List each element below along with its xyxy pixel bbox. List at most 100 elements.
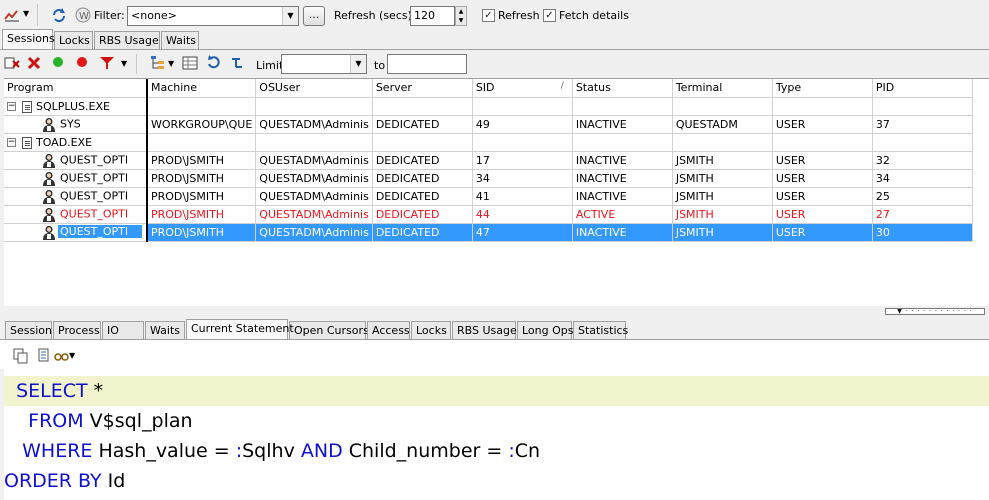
tab-rbs-usage[interactable]: RBS Usage (94, 31, 160, 49)
tab-statistics[interactable]: Statistics (573, 321, 628, 339)
tab-process[interactable]: Process (53, 321, 101, 339)
machine-cell[interactable]: WORKGROUP\QUE (147, 115, 257, 134)
pid-cell[interactable]: 30 (872, 223, 973, 242)
copy-icon[interactable] (13, 348, 29, 364)
col-header-program[interactable]: Program (4, 79, 148, 98)
session-row[interactable]: QUEST_OPTI PROD\JSMITH QUESTADM\Adminis DED… (4, 151, 973, 170)
refresh-secs-stepper[interactable]: ▲ ▼ (455, 6, 467, 26)
kill-session-icon[interactable] (4, 55, 20, 71)
machine-cell[interactable]: PROD\JSMITH (147, 151, 257, 170)
col-header-machine[interactable]: Machine (147, 79, 257, 98)
sql-editor[interactable]: SELECT * FROM V$sql_plan WHERE Hash_valu… (4, 369, 989, 500)
type-cell[interactable]: USER (772, 169, 873, 188)
machine-cell[interactable]: PROD\JSMITH (147, 169, 257, 188)
server-cell[interactable]: DEDICATED (372, 115, 473, 134)
program-cell[interactable]: QUEST_OPTI (4, 223, 148, 242)
chart-trend-icon[interactable] (4, 7, 20, 23)
tab-waits[interactable]: Waits (145, 321, 185, 339)
splitter-grip[interactable]: ▼ · · · · · · · · · · · · (885, 308, 985, 315)
col-header-type[interactable]: Type (772, 79, 873, 98)
group-row[interactable]: − TOAD.EXE (4, 133, 973, 152)
session-row[interactable]: QUEST_OPTI PROD\JSMITH QUESTADM\Adminis DED… (4, 223, 973, 242)
refresh-checkbox[interactable]: ✓ (482, 9, 495, 22)
refresh-secs-input[interactable]: 120 (410, 6, 455, 26)
group-program-cell[interactable]: − SQLPLUS.EXE (4, 97, 148, 116)
pid-cell[interactable]: 34 (872, 169, 973, 188)
status-cell[interactable]: ACTIVE (572, 205, 673, 224)
program-cell[interactable]: QUEST_OPTI (4, 169, 148, 188)
col-header-status[interactable]: Status (572, 79, 673, 98)
terminal-cell[interactable]: JSMITH (672, 205, 773, 224)
tab-waits[interactable]: Waits (161, 31, 199, 49)
explain-plan-icon[interactable] (38, 347, 54, 363)
rotate-icon[interactable] (206, 55, 222, 71)
col-header-terminal[interactable]: Terminal (672, 79, 773, 98)
pid-cell[interactable]: 27 (872, 205, 973, 224)
status-cell[interactable]: INACTIVE (572, 115, 673, 134)
type-cell[interactable]: USER (772, 115, 873, 134)
to-input[interactable] (387, 54, 467, 74)
pid-cell[interactable]: 37 (872, 115, 973, 134)
filter-browse-button[interactable]: ... (303, 6, 325, 26)
program-cell[interactable]: QUEST_OPTI (4, 205, 148, 224)
sid-cell[interactable]: 17 (472, 151, 573, 170)
limit-select[interactable]: ▼ (281, 54, 367, 74)
trace-icon[interactable] (230, 55, 246, 71)
sql-line[interactable]: WHERE Hash_value = :Sqlhv AND Child_numb… (4, 436, 989, 466)
program-cell[interactable]: SYS (4, 115, 148, 134)
sid-cell[interactable]: 41 (472, 187, 573, 206)
sid-cell[interactable]: 34 (472, 169, 573, 188)
grid-icon[interactable] (182, 55, 198, 71)
machine-cell[interactable]: PROD\JSMITH (147, 205, 257, 224)
filter-funnel-icon[interactable] (100, 56, 116, 72)
terminal-cell[interactable]: JSMITH (672, 169, 773, 188)
pane-splitter[interactable]: ▼ · · · · · · · · · · · · (0, 306, 989, 318)
sql-line[interactable]: SELECT * (4, 376, 989, 406)
machine-cell[interactable]: PROD\JSMITH (147, 223, 257, 242)
sql-line[interactable]: FROM V$sql_plan (4, 406, 989, 436)
session-row[interactable]: QUEST_OPTI PROD\JSMITH QUESTADM\Adminis DED… (4, 187, 973, 206)
sid-cell[interactable]: 44 (472, 205, 573, 224)
tab-session[interactable]: Session (5, 321, 52, 339)
osuser-cell[interactable]: QUESTADM\Adminis (255, 169, 373, 188)
tree-view-icon[interactable] (150, 55, 166, 71)
collapse-toggle-icon[interactable]: − (7, 102, 16, 111)
type-cell[interactable]: USER (772, 187, 873, 206)
col-header-osuser[interactable]: OSUser (255, 79, 373, 98)
program-cell[interactable]: QUEST_OPTI (4, 187, 148, 206)
col-header-server[interactable]: Server (372, 79, 473, 98)
session-row[interactable]: QUEST_OPTI PROD\JSMITH QUESTADM\Adminis DED… (4, 169, 973, 188)
status-cell[interactable]: INACTIVE (572, 187, 673, 206)
status-cell[interactable]: INACTIVE (572, 151, 673, 170)
tab-open-cursors[interactable]: Open Cursors (289, 321, 369, 339)
tab-io[interactable]: IO (102, 321, 144, 339)
tab-locks[interactable]: Locks (54, 31, 93, 49)
terminal-cell[interactable]: JSMITH (672, 187, 773, 206)
pid-cell[interactable]: 32 (872, 151, 973, 170)
filter-select[interactable]: <none> ▼ (127, 6, 299, 26)
sql-line[interactable]: ORDER BY Id (4, 466, 989, 496)
tab-access[interactable]: Access (367, 321, 410, 339)
col-header-sid[interactable]: SID / (472, 79, 573, 98)
session-row[interactable]: QUEST_OPTI PROD\JSMITH QUESTADM\Adminis DED… (4, 205, 973, 224)
osuser-cell[interactable]: QUESTADM\Adminis (255, 115, 373, 134)
terminal-cell[interactable]: QUESTADM (672, 115, 773, 134)
close-icon[interactable] (26, 55, 42, 71)
server-cell[interactable]: DEDICATED (372, 169, 473, 188)
sid-cell[interactable]: 47 (472, 223, 573, 242)
sid-cell[interactable]: 49 (472, 115, 573, 134)
group-row[interactable]: − SQLPLUS.EXE (4, 97, 973, 116)
fetch-details-checkbox[interactable]: ✓ (543, 9, 556, 22)
osuser-cell[interactable]: QUESTADM\Adminis (255, 223, 373, 242)
tab-long-ops[interactable]: Long Ops (517, 321, 574, 339)
terminal-cell[interactable]: JSMITH (672, 151, 773, 170)
type-cell[interactable]: USER (772, 151, 873, 170)
session-row[interactable]: SYS WORKGROUP\QUE QUESTADM\Adminis DEDICATE… (4, 115, 973, 134)
group-program-cell[interactable]: − TOAD.EXE (4, 133, 148, 152)
chevron-down-icon[interactable]: ▼ (69, 351, 85, 367)
refresh-arrows-icon[interactable] (51, 7, 67, 23)
pid-cell[interactable]: 25 (872, 187, 973, 206)
terminal-cell[interactable]: JSMITH (672, 223, 773, 242)
chevron-down-icon[interactable]: ▼ (121, 59, 137, 75)
tab-locks[interactable]: Locks (411, 321, 451, 339)
